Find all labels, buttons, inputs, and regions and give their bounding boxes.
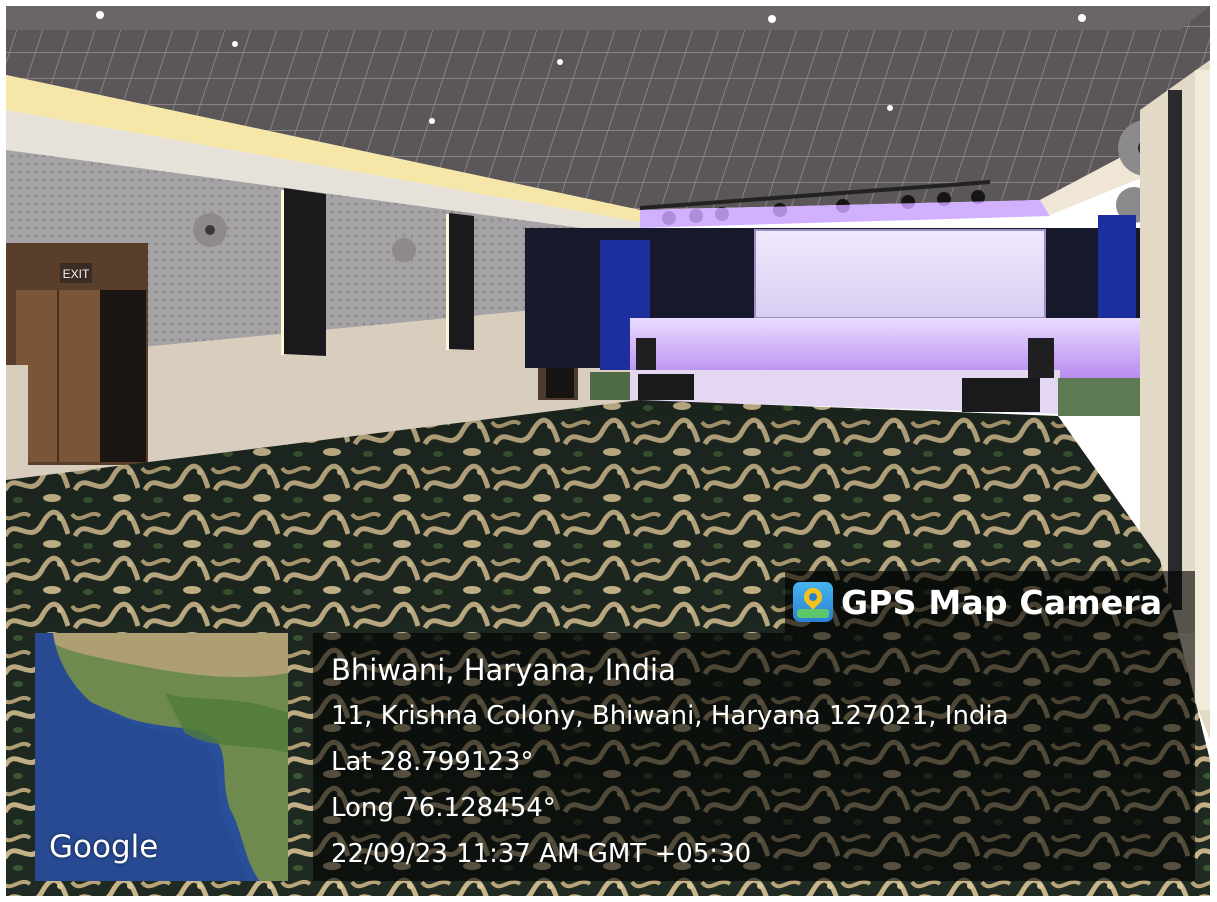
google-attribution: Google — [49, 829, 159, 865]
wall-fan-left — [193, 213, 227, 247]
location-place: Bhiwani, Haryana, India — [331, 653, 676, 687]
longitude-readout: Long 76.128454° — [331, 793, 556, 823]
satellite-map-thumbnail: Google — [35, 633, 288, 881]
latitude-readout: Lat 28.799123° — [331, 747, 534, 777]
timestamp-readout: 22/09/23 11:37 AM GMT +05:30 — [331, 839, 752, 869]
gps-header: GPS Map Camera — [785, 571, 1195, 633]
exit-sign: EXIT — [63, 267, 90, 281]
location-address: 11, Krishna Colony, Bhiwani, Haryana 127… — [331, 701, 1009, 731]
map-pin-icon — [793, 582, 833, 622]
gps-app-title: GPS Map Camera — [841, 582, 1163, 622]
gps-info-panel: Bhiwani, Haryana, India 11, Krishna Colo… — [313, 633, 1195, 881]
